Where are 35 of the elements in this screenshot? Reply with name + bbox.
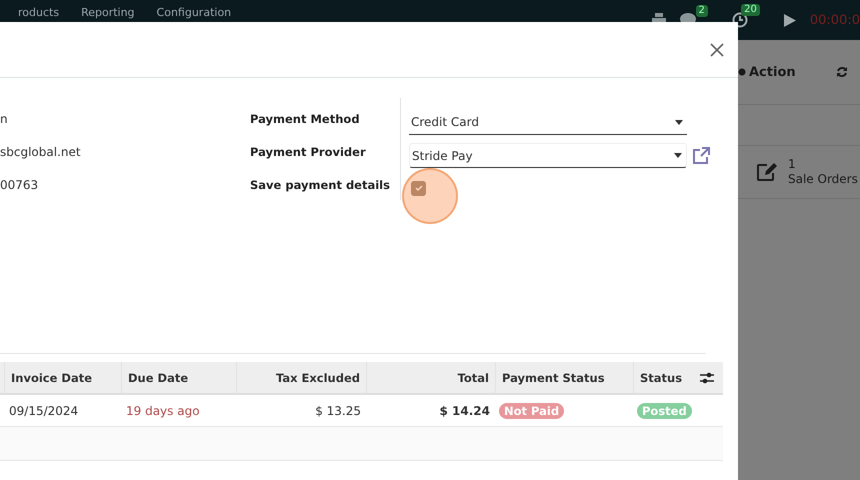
column-header[interactable]: Payment Status xyxy=(495,362,633,395)
settings-icon[interactable] xyxy=(700,372,714,384)
field-value: sbcglobal.net xyxy=(0,144,82,161)
action-menu[interactable]: Action xyxy=(738,64,796,80)
status-badge: Not Paid xyxy=(499,402,564,418)
caret-icon xyxy=(674,153,682,158)
payment-provider-select[interactable]: Stride Pay xyxy=(409,143,687,168)
status-badge: Posted xyxy=(637,402,692,418)
count-badge: 20 xyxy=(741,4,760,16)
field-value: 00763 xyxy=(0,177,40,194)
refresh-icon[interactable] xyxy=(836,66,848,78)
menu-item[interactable]: roducts xyxy=(18,6,60,19)
column-header[interactable]: Total xyxy=(366,362,495,395)
field-value: n xyxy=(0,111,9,128)
external-link-icon[interactable] xyxy=(691,146,711,164)
caret-icon xyxy=(675,120,683,124)
clock-icon[interactable] xyxy=(732,12,748,28)
column-header[interactable]: Invoice Date xyxy=(4,362,121,395)
menu-item[interactable]: Reporting xyxy=(81,6,135,19)
close-button[interactable] xyxy=(710,42,724,56)
payment-method-select[interactable]: Credit Card xyxy=(409,110,687,135)
checkbox[interactable] xyxy=(411,180,426,196)
field-label: Save payment details xyxy=(250,177,391,194)
column-header[interactable]: Tax Excluded xyxy=(236,362,366,395)
sale-orders-button[interactable]: 1 Sale Orders xyxy=(756,157,858,187)
count-badge: 2 xyxy=(696,5,708,17)
timer: 00:00:0 xyxy=(810,12,860,28)
field-label: Payment Method xyxy=(250,111,361,128)
menu-item[interactable]: Configuration xyxy=(156,6,232,19)
play-icon[interactable] xyxy=(784,14,796,26)
check-icon xyxy=(414,185,422,191)
column-header[interactable]: Status xyxy=(633,362,700,395)
field-label: Payment Provider xyxy=(250,144,367,161)
column-header[interactable]: Due Date xyxy=(121,362,236,395)
edit-icon xyxy=(756,162,778,182)
